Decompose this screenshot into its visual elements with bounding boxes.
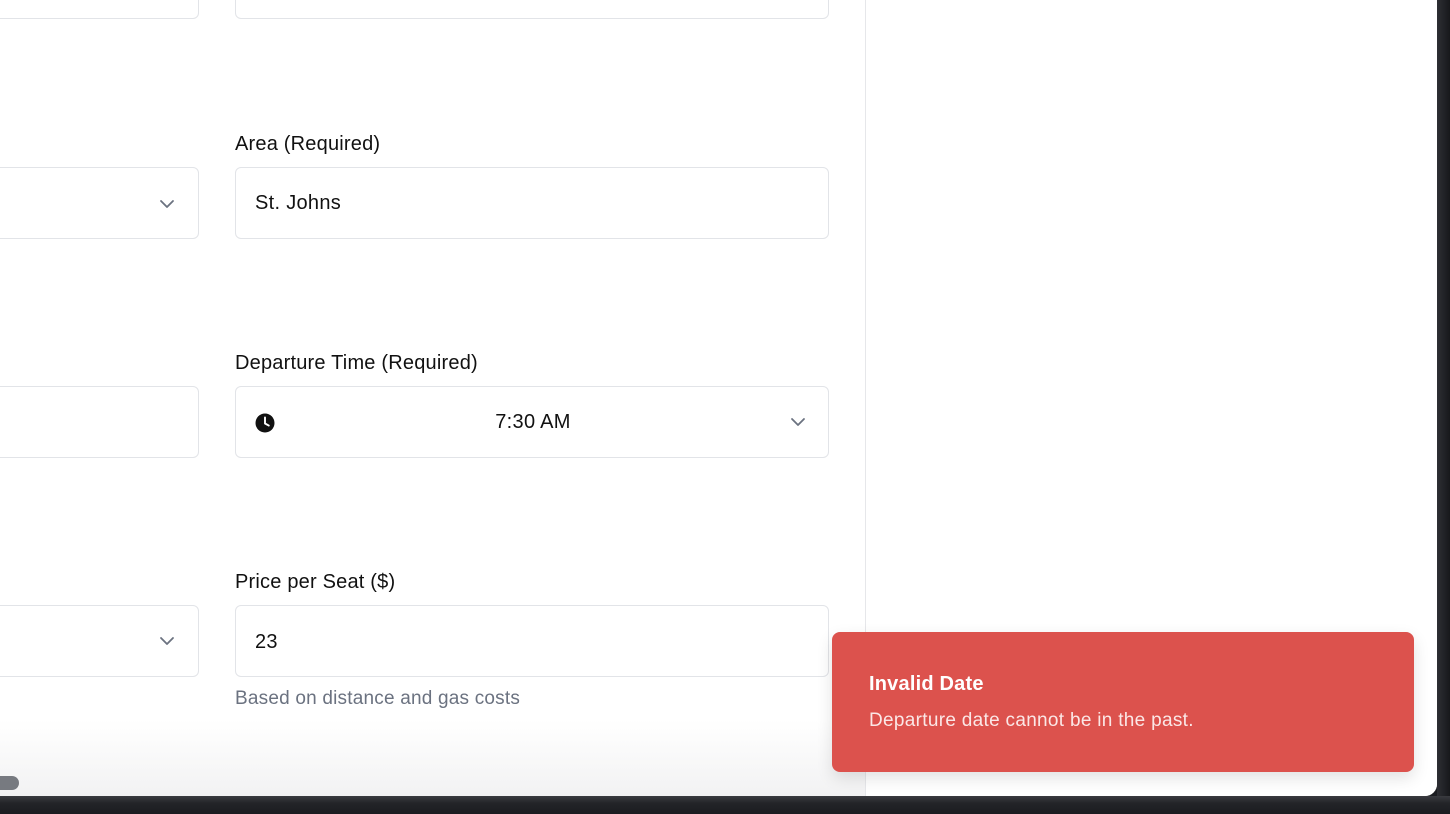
chevron-down-icon: [789, 413, 807, 431]
area-label: Area (Required): [235, 133, 381, 155]
chevron-down-icon: [158, 632, 176, 650]
device-frame-right: [1437, 0, 1450, 814]
area-value: St. Johns: [255, 192, 342, 214]
price-helper-text: Based on distance and gas costs: [235, 688, 521, 709]
scroll-fade: [0, 720, 865, 796]
right-field-top[interactable]: [235, 0, 829, 19]
app-window: Area (Required) St. Johns Departure Time…: [0, 0, 1437, 796]
left-field-3[interactable]: [0, 386, 199, 458]
price-input[interactable]: 23: [235, 605, 829, 677]
toast-description: Departure date cannot be in the past.: [869, 710, 1194, 731]
departure-time-label: Departure Time (Required): [235, 352, 478, 374]
error-toast[interactable]: Invalid Date Departure date cannot be in…: [832, 632, 1414, 772]
toast-title: Invalid Date: [869, 673, 984, 695]
departure-time-value: 7:30 AM: [495, 411, 571, 433]
device-frame-bottom: [0, 796, 1450, 814]
chevron-down-icon: [158, 195, 176, 213]
price-value: 23: [255, 631, 278, 653]
price-label: Price per Seat ($): [235, 571, 396, 593]
departure-time-select[interactable]: 7:30 AM: [235, 386, 829, 458]
area-input[interactable]: St. Johns: [235, 167, 829, 239]
left-select-4[interactable]: [0, 605, 199, 677]
left-select-2[interactable]: [0, 167, 199, 239]
left-field-top[interactable]: [0, 0, 199, 19]
ride-form: Area (Required) St. Johns Departure Time…: [0, 0, 866, 796]
horizontal-scrollbar[interactable]: [0, 776, 19, 790]
